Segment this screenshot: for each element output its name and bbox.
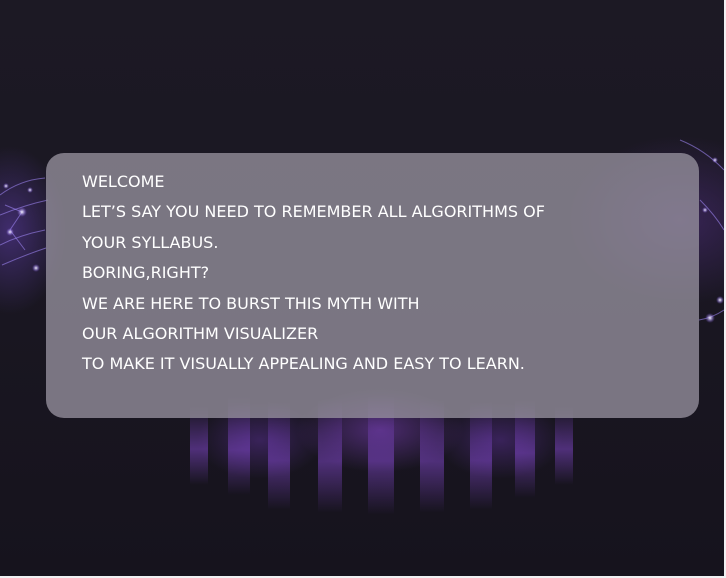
welcome-heading: WELCOME (82, 172, 165, 191)
intro-text-line-2: YOUR SYLLABUS. (82, 232, 219, 252)
welcome-card: WELCOME LET’S SAY YOU NEED TO REMEMBER A… (46, 153, 699, 418)
intro-text-line-1: LET’S SAY YOU NEED TO REMEMBER ALL ALGOR… (82, 202, 545, 222)
hero-section: WELCOME LET’S SAY YOU NEED TO REMEMBER A… (0, 0, 724, 576)
intro-text-line-5: OUR ALGORITHM VISUALIZER (82, 324, 319, 344)
intro-text-line-6: TO MAKE IT VISUALLY APPEALING AND EASY T… (82, 354, 525, 374)
intro-text-line-4: WE ARE HERE TO BURST THIS MYTH WITH (82, 293, 420, 313)
intro-text-line-3: BORING,RIGHT? (82, 263, 210, 283)
